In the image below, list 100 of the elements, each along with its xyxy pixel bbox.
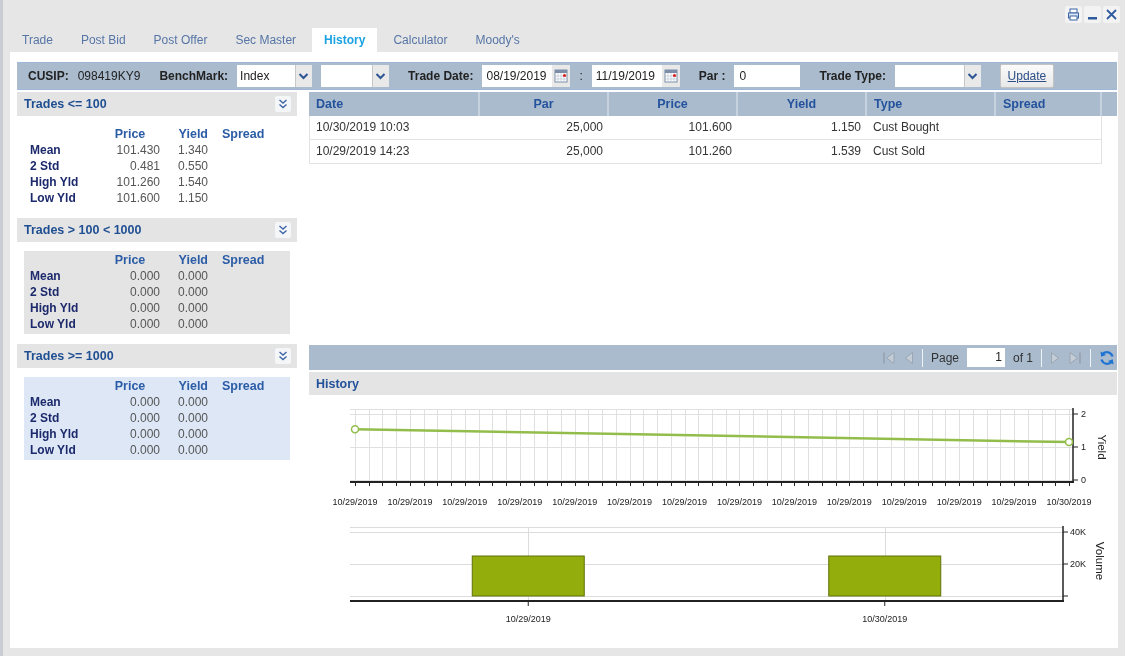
column-header[interactable]: Date xyxy=(309,92,480,116)
x-tick-label: 10/29/2019 xyxy=(826,497,872,507)
double-chevron-icon[interactable] xyxy=(275,348,291,364)
row-label: Mean xyxy=(30,394,62,410)
stat-value: 0.000 xyxy=(128,442,160,458)
stat-value: 1.150 xyxy=(176,190,208,206)
date-field[interactable]: 08/19/2019 xyxy=(482,65,571,87)
calendar-icon[interactable] xyxy=(552,65,571,87)
stats-table[interactable]: Price Yield Spread Mean 0.000 0.000 2 Std 0.000 0.000 High Yld 0.000 0.000 Low Yld 0.000 0.000 xyxy=(24,377,290,460)
page-number-field[interactable]: 1 xyxy=(967,348,1005,367)
row-label: 2 Std xyxy=(30,158,61,174)
panel-title: Trades >= 1000 xyxy=(24,349,114,363)
double-chevron-icon[interactable] xyxy=(275,96,291,112)
tab[interactable]: Post Offer xyxy=(141,28,220,52)
field-value: 098419KY9 xyxy=(77,69,141,83)
column-header: Spread xyxy=(221,252,266,268)
table-cell-text: 1.150 xyxy=(829,119,862,136)
field-label: Trade Type: xyxy=(819,69,886,83)
stat-value: 0.000 xyxy=(128,394,160,410)
column-header[interactable]: Spread xyxy=(996,92,1102,116)
x-tick-label: 10/30/2019 xyxy=(1046,497,1092,507)
column-header[interactable]: Par xyxy=(480,92,609,116)
update-button[interactable]: Update xyxy=(999,64,1054,88)
x-tick-label: 10/29/2019 xyxy=(497,497,543,507)
stat-value: 101.260 xyxy=(115,174,160,190)
row-label: Mean xyxy=(30,268,62,284)
field-value: : xyxy=(579,69,583,83)
x-tick-label: 10/29/2019 xyxy=(607,497,653,507)
row-label: High Yld xyxy=(30,300,80,316)
table-cell-text: 101.600 xyxy=(687,119,733,136)
column-header: Price xyxy=(113,378,147,394)
stat-value: 0.000 xyxy=(128,268,160,284)
row-label: 2 Std xyxy=(30,284,61,300)
row-label: Low Yld xyxy=(30,316,77,332)
date-field[interactable]: 11/19/2019 xyxy=(591,65,680,87)
panel-title: Trades <= 100 xyxy=(24,97,107,111)
stats-table[interactable]: Price Yield Spread Mean 0.000 0.000 2 Std 0.000 0.000 High Yld 0.000 0.000 Low Yld 0.000 0.000 xyxy=(24,251,290,334)
stat-value: 0.481 xyxy=(128,158,160,174)
y-tick-label: 20K xyxy=(1070,559,1086,569)
column-header[interactable]: Yield xyxy=(738,92,867,116)
x-tick-label: 10/29/2019 xyxy=(881,497,927,507)
stat-value: 0.000 xyxy=(176,426,208,442)
x-tick-label: 10/29/2019 xyxy=(552,497,598,507)
x-tick-label: 10/29/2019 xyxy=(662,497,708,507)
double-chevron-icon[interactable] xyxy=(275,222,291,238)
x-tick-label: 10/29/2019 xyxy=(771,497,817,507)
tab[interactable]: Post Bid xyxy=(68,28,138,52)
x-tick-label: 10/30/2019 xyxy=(862,614,908,624)
text-field[interactable]: 0 xyxy=(734,65,801,87)
table-cell-text: 25,000 xyxy=(565,119,604,136)
column-header: Price xyxy=(113,126,147,142)
stat-value: 0.000 xyxy=(176,442,208,458)
x-tick-label: 10/29/2019 xyxy=(442,497,488,507)
stat-value: 0.000 xyxy=(128,300,160,316)
tab[interactable]: Moody's xyxy=(463,28,532,52)
tab[interactable]: Calculator xyxy=(381,28,460,52)
axis-title: Volume xyxy=(1094,541,1106,581)
stat-value: 101.430 xyxy=(115,142,160,158)
column-header[interactable]: Type xyxy=(867,92,996,116)
field-label: Trade Date: xyxy=(408,69,474,83)
row-label: 2 Std xyxy=(30,410,61,426)
stat-value: 0.000 xyxy=(128,426,160,442)
stat-value: 0.000 xyxy=(128,410,160,426)
table-cell-text: 10/29/2019 14:23 xyxy=(315,143,411,160)
stat-value: 0.000 xyxy=(128,316,160,332)
page-count: of 1 xyxy=(1013,350,1033,365)
x-tick-label: 10/29/2019 xyxy=(936,497,982,507)
stat-value: 1.540 xyxy=(176,174,208,190)
page-label: Page xyxy=(930,350,959,365)
stat-value: 0.550 xyxy=(176,158,208,174)
column-header: Price xyxy=(113,252,147,268)
row-label: Mean xyxy=(30,142,62,158)
column-header[interactable]: Price xyxy=(609,92,738,116)
axis-title: Yield xyxy=(1096,434,1108,460)
column-header: Spread xyxy=(221,378,266,394)
x-tick-label: 10/29/2019 xyxy=(716,497,762,507)
tab[interactable]: Sec Master xyxy=(223,28,309,52)
stat-value: 0.000 xyxy=(176,268,208,284)
tab[interactable]: Trade xyxy=(10,28,65,52)
row-label: Low Yld xyxy=(30,190,77,206)
calendar-icon[interactable] xyxy=(661,65,680,87)
column-header: Spread xyxy=(221,126,266,142)
y-tick-label: 1 xyxy=(1081,442,1086,452)
stat-value: 0.000 xyxy=(176,316,208,332)
x-tick-label: 10/29/2019 xyxy=(991,497,1037,507)
field-label: BenchMark: xyxy=(159,69,229,83)
column-header: Yield xyxy=(177,126,208,142)
x-tick-label: 10/29/2019 xyxy=(387,497,433,507)
x-tick-label: 10/29/2019 xyxy=(505,614,551,624)
dropdown[interactable]: Index xyxy=(237,65,313,87)
print-icon[interactable] xyxy=(1065,5,1082,23)
y-tick-label: 0 xyxy=(1081,475,1086,485)
tab[interactable]: History xyxy=(312,28,378,52)
table-cell-text: 101.260 xyxy=(687,143,733,160)
table-cell-text: 1.539 xyxy=(829,143,862,160)
stat-value: 0.000 xyxy=(176,410,208,426)
close-icon[interactable] xyxy=(1103,5,1120,23)
stat-value: 0.000 xyxy=(176,284,208,300)
minimize-icon[interactable] xyxy=(1084,5,1101,23)
table-cell-text: Cust Sold xyxy=(872,143,927,160)
